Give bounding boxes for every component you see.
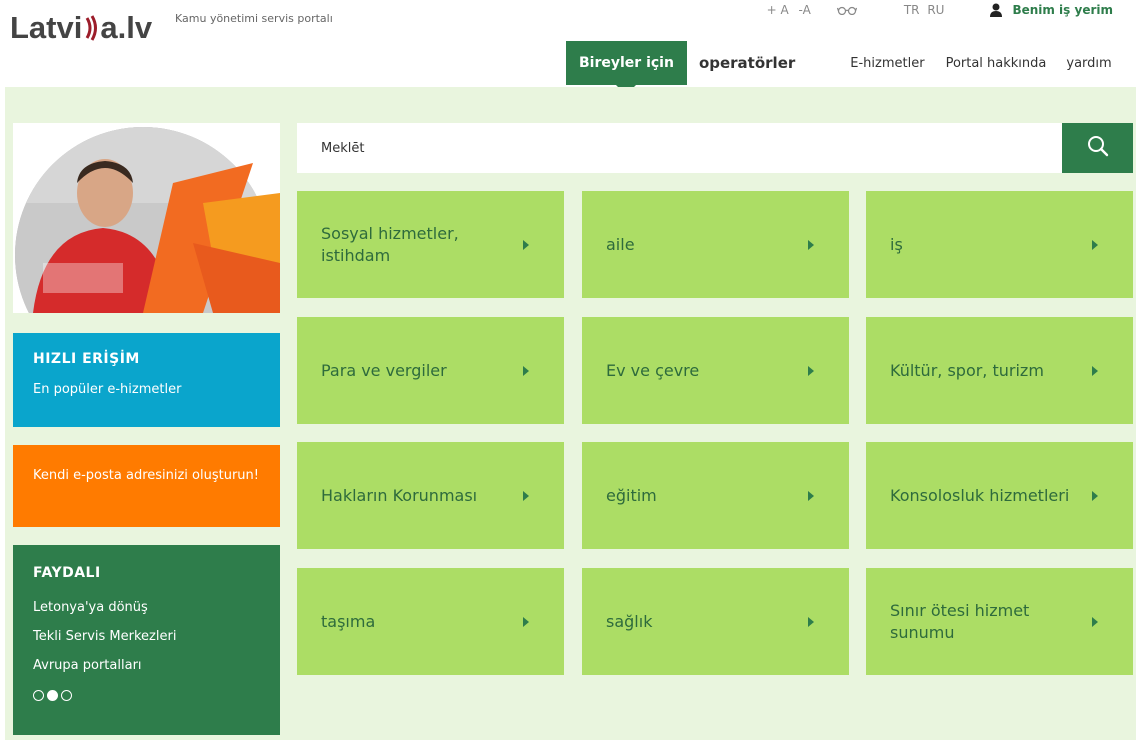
logo-flag-mark xyxy=(83,12,99,44)
arrow-right-icon xyxy=(523,365,529,376)
search-input[interactable] xyxy=(297,123,1062,173)
tile-transport[interactable]: taşıma xyxy=(297,568,564,675)
quick-access-subtitle[interactable]: En popüler e-hizmetler xyxy=(33,382,260,397)
font-decrease-button[interactable]: -A xyxy=(799,3,811,17)
tile-health[interactable]: sağlık xyxy=(582,568,849,675)
arrow-right-icon xyxy=(808,239,814,250)
create-email-banner[interactable]: Kendi e-posta adresinizi oluşturun! xyxy=(13,445,280,527)
language-switcher: TR RU xyxy=(902,3,947,17)
arrow-right-icon xyxy=(808,616,814,627)
arrow-right-icon xyxy=(1092,239,1098,250)
tile-education[interactable]: eğitim xyxy=(582,442,849,549)
carousel-dot-2[interactable] xyxy=(47,690,58,701)
nav-help[interactable]: yardım xyxy=(1066,41,1111,85)
tile-label: Sosyal hizmetler, istihdam xyxy=(321,223,459,265)
useful-panel: FAYDALI Letonya'ya dönüş Tekli Servis Me… xyxy=(13,545,280,735)
tile-cross-border-services[interactable]: Sınır ötesi hizmet sunumu xyxy=(866,568,1133,675)
arrow-right-icon xyxy=(1092,490,1098,501)
arrow-right-icon xyxy=(808,490,814,501)
tile-family[interactable]: aile xyxy=(582,191,849,298)
user-label: Benim iş yerim xyxy=(1012,3,1113,17)
tile-money-taxes[interactable]: Para ve vergiler xyxy=(297,317,564,424)
carousel-dots xyxy=(33,690,260,701)
logo-text-left: Latvi xyxy=(10,10,83,45)
glasses-icon[interactable] xyxy=(836,5,858,15)
tile-rights-protection[interactable]: Hakların Korunması xyxy=(297,442,564,549)
nav-individuals[interactable]: Bireyler için xyxy=(566,41,687,95)
tile-label: sağlık xyxy=(606,611,653,631)
arrow-right-icon xyxy=(523,239,529,250)
useful-title: FAYDALI xyxy=(33,565,101,581)
tile-label: aile xyxy=(606,234,635,254)
font-increase-button[interactable]: + A xyxy=(767,3,789,17)
useful-link-return[interactable]: Letonya'ya dönüş xyxy=(33,593,260,622)
tile-label: eğitim xyxy=(606,485,657,505)
hero-photo xyxy=(13,123,280,313)
nav-operators[interactable]: operatörler xyxy=(699,41,795,85)
tile-work[interactable]: iş xyxy=(866,191,1133,298)
arrow-right-icon xyxy=(523,490,529,501)
tile-consular-services[interactable]: Konsolosluk hizmetleri xyxy=(866,442,1133,549)
main-nav: Bireyler için operatörler E-hizmetler Po… xyxy=(566,41,1139,95)
tile-social-services[interactable]: Sosyal hizmetler, istihdam xyxy=(297,191,564,298)
user-icon xyxy=(990,3,1003,17)
tile-label: Para ve vergiler xyxy=(321,360,447,380)
main-content: HIZLI ERİŞİM En popüler e-hizmetler Kend… xyxy=(5,87,1136,740)
user-account-link[interactable]: Benim iş yerim xyxy=(990,3,1113,17)
quick-access-title: HIZLI ERİŞİM xyxy=(33,351,140,367)
tile-culture-sport-tourism[interactable]: Kültür, spor, turizm xyxy=(866,317,1133,424)
tile-label: Ev ve çevre xyxy=(606,360,700,380)
tile-label: Konsolosluk hizmetleri xyxy=(890,485,1070,505)
font-size-controls: + A -A xyxy=(764,3,814,17)
logo-text-right: a.lv xyxy=(100,10,153,45)
useful-link-europe-portals[interactable]: Avrupa portalları xyxy=(33,651,260,680)
tile-label: Sınır ötesi hizmet sunumu xyxy=(890,600,1030,642)
arrow-right-icon xyxy=(808,365,814,376)
carousel-dot-1[interactable] xyxy=(33,690,44,701)
tile-home-environment[interactable]: Ev ve çevre xyxy=(582,317,849,424)
search-icon xyxy=(1087,135,1109,161)
tile-label: Hakların Korunması xyxy=(321,485,478,505)
site-logo[interactable]: Latvi a.lv xyxy=(10,10,152,46)
quick-access-panel[interactable]: HIZLI ERİŞİM En popüler e-hizmetler xyxy=(13,333,280,427)
arrow-right-icon xyxy=(1092,365,1098,376)
search-bar xyxy=(297,123,1133,173)
tile-label: iş xyxy=(890,234,903,254)
tile-label: Kültür, spor, turizm xyxy=(890,360,1044,380)
search-button[interactable] xyxy=(1062,123,1133,173)
nav-eservices[interactable]: E-hizmetler xyxy=(850,41,924,85)
useful-link-service-centers[interactable]: Tekli Servis Merkezleri xyxy=(33,622,260,651)
arrow-right-icon xyxy=(523,616,529,627)
tile-label: taşıma xyxy=(321,611,376,631)
carousel-dot-3[interactable] xyxy=(61,690,72,701)
arrow-right-icon xyxy=(1092,616,1098,627)
header-tools: + A -A TR RU Benim iş yerim xyxy=(764,0,1113,20)
nav-about[interactable]: Portal hakkında xyxy=(946,41,1047,85)
lang-ru[interactable]: RU xyxy=(927,3,944,17)
site-tagline: Kamu yönetimi servis portalı xyxy=(175,12,333,25)
lang-tr[interactable]: TR xyxy=(904,3,920,17)
